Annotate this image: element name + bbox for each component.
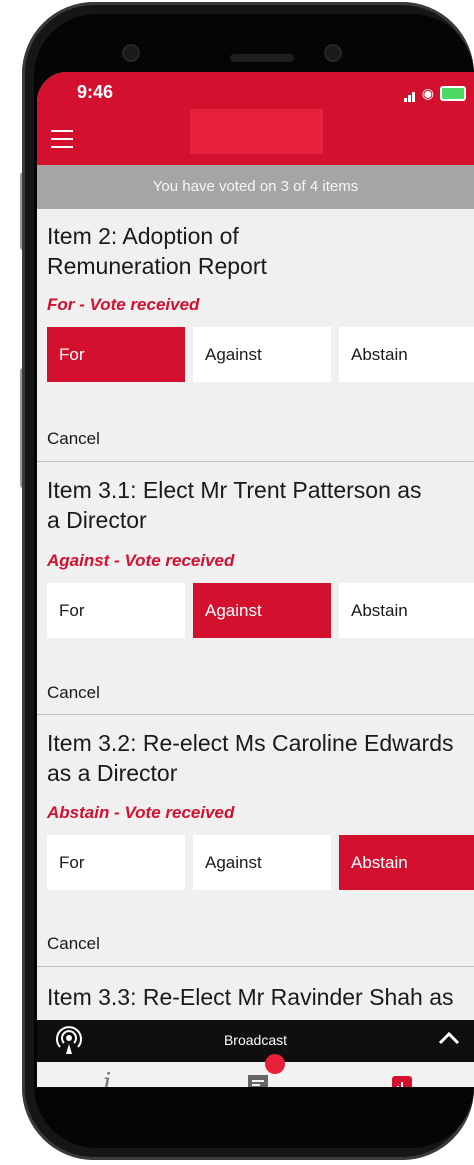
status-time: 9:46	[77, 82, 114, 102]
broadcast-label: Broadcast	[223, 1032, 288, 1048]
vote-for-button[interactable]: For	[47, 835, 185, 890]
info-tab-icon[interactable]: i	[103, 1068, 111, 1087]
signal-icon	[403, 84, 416, 102]
item-title: Item 3.2: Re-elect Ms Caroline Edwards a…	[47, 730, 454, 786]
battery-icon	[440, 85, 466, 101]
vote-options: For Against Abstain	[47, 327, 474, 382]
vote-for-button[interactable]: For	[47, 583, 185, 638]
cancel-vote-link[interactable]: Cancel	[47, 934, 100, 954]
hamburger-menu-icon[interactable]	[51, 130, 73, 154]
vote-status: For - Vote received	[47, 295, 200, 314]
broadcast-bar[interactable]: Broadcast	[37, 1020, 474, 1062]
item-title: Item 3.1: Elect Mr Trent Patterson as a …	[47, 477, 422, 533]
vote-options: For Against Abstain	[47, 583, 474, 638]
resolution-item: Item 3.3: Re-Elect Mr Ravinder Shah as	[37, 966, 474, 1026]
status-icons: ◉	[403, 84, 466, 102]
item-title: Item 2: Adoption of Remuneration Report	[47, 223, 267, 279]
vote-against-button[interactable]: Against	[193, 327, 331, 382]
front-camera	[122, 44, 140, 62]
resolution-item: Item 3.1: Elect Mr Trent Patterson as a …	[37, 461, 474, 715]
chevron-up-icon[interactable]	[438, 1030, 460, 1046]
speaker-grille	[230, 54, 294, 62]
vote-options: For Against Abstain	[47, 835, 474, 890]
vote-abstain-button[interactable]: Abstain	[339, 835, 474, 890]
app-screen: 9:46 ◉ You have voted on 3 of 4 items It…	[37, 72, 474, 1087]
vote-against-button[interactable]: Against	[193, 835, 331, 890]
resolution-item: Item 3.2: Re-elect Ms Caroline Edwards a…	[37, 714, 474, 967]
vote-status: Against - Vote received	[47, 551, 235, 570]
resolution-item: Item 2: Adoption of Remuneration Report …	[37, 209, 474, 462]
vote-abstain-button[interactable]: Abstain	[339, 583, 474, 638]
item-title: Item 3.3: Re-Elect Mr Ravinder Shah as	[47, 984, 454, 1010]
vote-against-button[interactable]: Against	[193, 583, 331, 638]
app-logo	[190, 109, 323, 154]
app-header: 9:46 ◉	[37, 72, 474, 165]
notification-badge	[265, 1054, 285, 1074]
vote-status: Abstain - Vote received	[47, 803, 235, 822]
chat-icon[interactable]	[247, 1074, 269, 1087]
vote-for-button[interactable]: For	[47, 327, 185, 382]
cancel-vote-link[interactable]: Cancel	[47, 429, 100, 449]
cancel-vote-link[interactable]: Cancel	[47, 683, 100, 703]
results-icon[interactable]	[392, 1076, 412, 1087]
bottom-tab-bar: i	[37, 1054, 474, 1087]
vote-abstain-button[interactable]: Abstain	[339, 327, 474, 382]
face-sensor	[324, 44, 342, 62]
wifi-icon: ◉	[421, 84, 434, 101]
voting-progress-banner: You have voted on 3 of 4 items	[37, 165, 474, 209]
